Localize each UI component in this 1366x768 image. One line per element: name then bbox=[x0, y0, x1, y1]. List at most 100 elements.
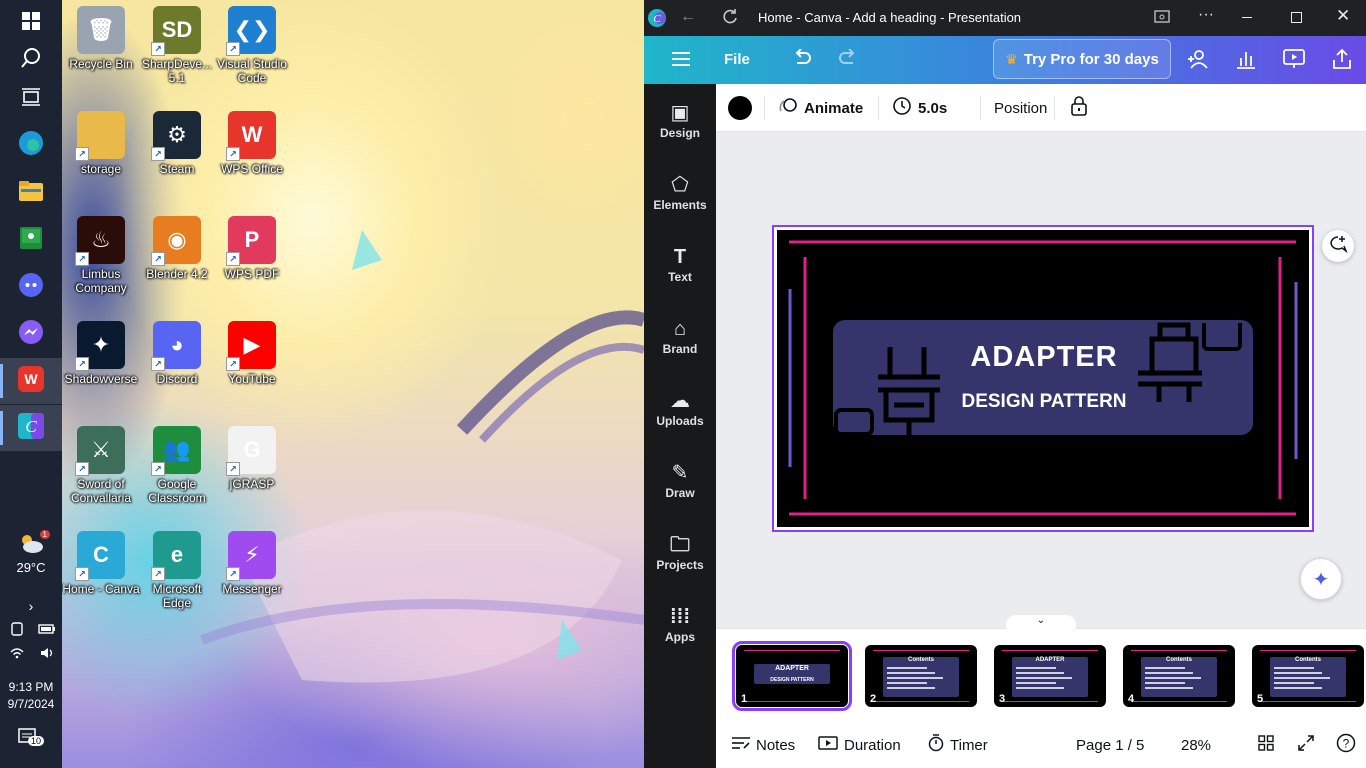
page-thumbnail[interactable]: Contents 2 bbox=[865, 645, 977, 707]
page-thumbnail[interactable]: Contents 4 bbox=[1123, 645, 1235, 707]
share-upload-icon[interactable] bbox=[1332, 48, 1352, 75]
desktop-icon-microsoft-edge[interactable]: e ↗ Microsoft Edge bbox=[138, 531, 216, 610]
duration-footer-button[interactable]: Duration bbox=[818, 722, 901, 768]
slide-title[interactable]: ADAPTER bbox=[954, 341, 1134, 374]
desktop-icon-steam[interactable]: ⚙ ↗ Steam bbox=[138, 111, 216, 176]
cast-icon[interactable] bbox=[1154, 9, 1170, 28]
app-icon-glyph: 👥 bbox=[163, 437, 191, 462]
desktop-icon-sharpdeve-5-1[interactable]: SD ↗ SharpDeve... 5.1 bbox=[138, 6, 216, 85]
desktop-icon-limbus-company[interactable]: ♨ ↗ Limbus Company bbox=[62, 216, 140, 295]
app-icon-glyph: SD bbox=[161, 17, 193, 42]
divider bbox=[878, 96, 879, 120]
sidebar-item-draw[interactable]: ✎ Draw bbox=[644, 460, 716, 524]
reload-icon[interactable] bbox=[721, 8, 739, 29]
desktop-icon-recycle-bin[interactable]: 🗑 Recycle Bin bbox=[62, 6, 140, 71]
app-icon-glyph: ♨ bbox=[91, 227, 111, 252]
canva-window: C ← Home - Canva - Add a heading - Prese… bbox=[644, 0, 1366, 768]
close-icon[interactable]: ✕ bbox=[1336, 6, 1350, 26]
taskbar-discord[interactable] bbox=[0, 264, 62, 310]
taskbar-classroom[interactable] bbox=[0, 217, 62, 263]
desktop-icon-messenger[interactable]: ⚡ ↗ Messenger bbox=[213, 531, 291, 596]
thumbnail-text-line bbox=[1274, 687, 1322, 689]
thumbnail-text-line bbox=[1016, 667, 1056, 669]
sidebar-item-projects[interactable]: 🗀 Projects bbox=[644, 532, 716, 596]
zoom-control[interactable]: 28% bbox=[1181, 722, 1211, 768]
back-arrow-icon[interactable]: ← bbox=[680, 8, 696, 26]
thumbnail-text-line bbox=[1145, 667, 1185, 669]
desktop-icon-google-classroom[interactable]: 👥 ↗ Google Classroom bbox=[138, 426, 216, 505]
sidebar-item-apps[interactable]: ⁞⁞⁞ Apps bbox=[644, 604, 716, 668]
shortcut-arrow-icon: ↗ bbox=[151, 357, 165, 371]
redo-icon[interactable] bbox=[838, 48, 858, 72]
phone-link-icon[interactable] bbox=[10, 622, 24, 641]
maximize-icon[interactable] bbox=[1291, 12, 1302, 23]
grid-view-button[interactable] bbox=[1258, 722, 1274, 768]
share-people-icon[interactable] bbox=[1186, 49, 1210, 74]
insights-icon[interactable] bbox=[1236, 49, 1256, 74]
comment-button[interactable] bbox=[1322, 230, 1354, 262]
desktop-icon-discord[interactable]: ◕ ↗ Discord bbox=[138, 321, 216, 386]
sidebar-item-elements[interactable]: ⬠ Elements bbox=[644, 172, 716, 236]
taskbar-canva[interactable]: C bbox=[0, 405, 62, 451]
duration-button[interactable]: 5.0s bbox=[892, 84, 947, 132]
desktop-icon-visual-studio-code[interactable]: ❮❯ ↗ Visual Studio Code bbox=[213, 6, 291, 85]
help-button[interactable]: ? bbox=[1336, 722, 1356, 768]
desktop-icon-shadowverse[interactable]: ✦ ↗ Shadowverse bbox=[62, 321, 140, 386]
sidebar-item-uploads[interactable]: ☁ Uploads bbox=[644, 388, 716, 452]
more-options-icon[interactable]: ··· bbox=[1198, 6, 1214, 24]
fullscreen-button[interactable] bbox=[1298, 722, 1314, 768]
collapse-pages-button[interactable]: ⌄ bbox=[1006, 615, 1076, 629]
desktop-icon-home-canva[interactable]: C ↗ Home - Canva bbox=[62, 531, 140, 596]
taskbar-wps[interactable]: W bbox=[0, 358, 62, 404]
lock-button[interactable] bbox=[1070, 84, 1088, 132]
slide-canvas[interactable]: ADAPTER DESIGN PATTERN bbox=[772, 225, 1314, 532]
minimize-icon[interactable] bbox=[1242, 17, 1252, 18]
sidebar-item-brand[interactable]: ⌂ Brand bbox=[644, 316, 716, 380]
wifi-icon[interactable] bbox=[10, 646, 24, 664]
animate-button[interactable]: Animate bbox=[778, 84, 863, 132]
sidebar-item-design[interactable]: ▣ Design bbox=[644, 100, 716, 164]
page-thumbnail[interactable]: ADAPTER DESIGN PATTERN 1 bbox=[732, 641, 852, 711]
page-thumbnail[interactable]: ADAPTER 3 bbox=[994, 645, 1106, 707]
desktop-icon-storage[interactable]: ↗ storage bbox=[62, 111, 140, 176]
magic-button[interactable]: ✦ bbox=[1300, 558, 1342, 600]
taskbar-file-explorer[interactable] bbox=[0, 170, 62, 216]
clock-time[interactable]: 9:13 PM bbox=[0, 680, 62, 694]
sidebar-item-text[interactable]: T Text bbox=[644, 244, 716, 308]
task-view-button[interactable] bbox=[0, 76, 62, 122]
color-picker-button[interactable] bbox=[728, 84, 752, 132]
volume-icon[interactable] bbox=[40, 646, 56, 664]
taskbar-edge[interactable] bbox=[0, 122, 62, 168]
desktop-icon-wps-office[interactable]: W ↗ WPS Office bbox=[213, 111, 291, 176]
wps-icon: W bbox=[18, 365, 44, 397]
try-pro-button[interactable]: ♛ Try Pro for 30 days bbox=[993, 39, 1171, 79]
present-icon[interactable] bbox=[1283, 49, 1305, 74]
shortcut-arrow-icon: ↗ bbox=[151, 42, 165, 56]
app-icon-glyph: ✦ bbox=[91, 332, 111, 357]
notes-button[interactable]: Notes bbox=[732, 722, 795, 768]
desktop-icon-wps-pdf[interactable]: P ↗ WPS PDF bbox=[213, 216, 291, 281]
desktop-icon-youtube[interactable]: ▶ ↗ YouTube bbox=[213, 321, 291, 386]
notification-center[interactable]: 10 bbox=[18, 728, 45, 751]
menu-icon[interactable] bbox=[672, 51, 690, 72]
page-indicator[interactable]: Page 1 / 5 bbox=[1076, 722, 1144, 768]
desktop-icon-label: Discord bbox=[156, 372, 198, 386]
color-swatch bbox=[728, 96, 752, 120]
timer-button[interactable]: Timer bbox=[928, 722, 988, 768]
page-thumbnail[interactable]: Contents 5 bbox=[1252, 645, 1364, 707]
shortcut-arrow-icon: ↗ bbox=[75, 567, 89, 581]
battery-icon[interactable] bbox=[38, 622, 56, 641]
position-button[interactable]: Position bbox=[994, 84, 1047, 132]
weather-widget[interactable]: 1 29°C bbox=[0, 530, 62, 575]
canva-logo-icon: C bbox=[648, 9, 666, 30]
undo-icon[interactable] bbox=[792, 48, 812, 72]
desktop-icon-blender-4-2[interactable]: ◉ ↗ Blender 4.2 bbox=[138, 216, 216, 281]
clock-date[interactable]: 9/7/2024 bbox=[0, 697, 62, 711]
desktop-icon-jgrasp[interactable]: G ↗ jGRASP bbox=[213, 426, 291, 491]
slide-subtitle[interactable]: DESIGN PATTERN bbox=[944, 391, 1144, 413]
taskbar-messenger[interactable] bbox=[0, 311, 62, 357]
file-menu-button[interactable]: File bbox=[724, 51, 750, 68]
desktop-icon-sword-of-convallaria[interactable]: ⚔ ↗ Sword of Convallaria bbox=[62, 426, 140, 505]
overflow-chevron-icon[interactable]: › bbox=[0, 598, 62, 614]
desktop-icon-label: Steam bbox=[159, 162, 195, 176]
